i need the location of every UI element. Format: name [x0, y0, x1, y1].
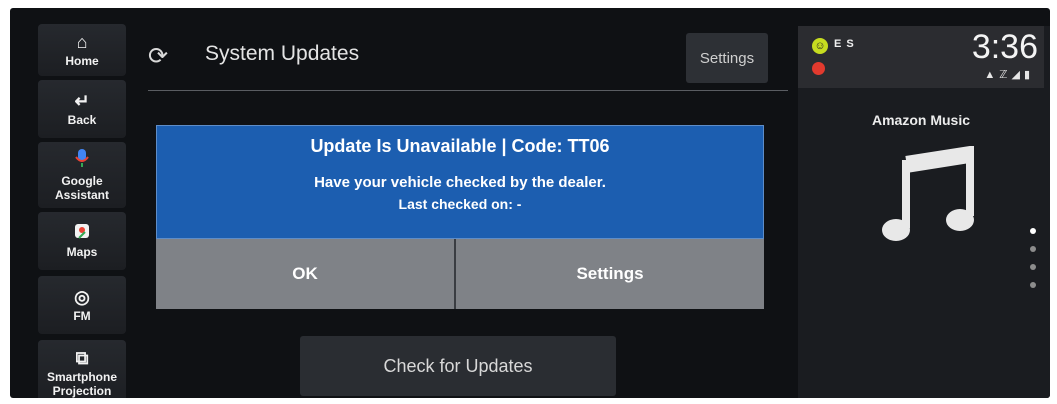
nav-google-assistant-button[interactable]: Google Assistant: [38, 142, 126, 208]
network-icon: ◢: [1011, 69, 1024, 81]
microphone-icon: [75, 148, 89, 172]
battery-icon: ▮: [1023, 69, 1034, 81]
header-divider: [148, 90, 788, 91]
maps-icon: [74, 223, 90, 243]
header-settings-button[interactable]: Settings: [686, 33, 768, 83]
page-indicator: [1030, 228, 1040, 300]
nav-back-label: Back: [67, 113, 97, 127]
user-profile-icon[interactable]: ☺: [812, 38, 828, 54]
nav-home-button[interactable]: ⌂ Home: [38, 24, 126, 76]
record-indicator-icon: [812, 62, 825, 75]
nav-back-button[interactable]: ↵ Back: [38, 80, 126, 138]
dialog-message: Have your vehicle checked by the dealer.: [314, 174, 606, 191]
signal-icon: ▲: [984, 69, 1000, 81]
page-title: System Updates: [205, 42, 360, 65]
dialog-last-checked: Last checked on: -: [398, 196, 522, 212]
nav-smartphone-projection-button[interactable]: ⧉ Smartphone Projection: [38, 340, 126, 398]
nav-home-label: Home: [65, 54, 99, 68]
nav-maps-button[interactable]: Maps: [38, 212, 126, 270]
check-for-updates-button[interactable]: Check for Updates: [300, 336, 616, 396]
nav-smartphone-projection-label: Smartphone Projection: [46, 370, 117, 398]
status-bar: ☺ E S 3:36 ▲ℤ◢▮: [798, 26, 1044, 88]
user-initials: E S: [834, 38, 855, 50]
page-dot[interactable]: [1030, 264, 1036, 270]
nav-rail: ⌂ Home ↵ Back Google Assistant Maps ◎ FM…: [38, 20, 128, 398]
music-note-icon[interactable]: [878, 145, 988, 256]
dialog-message-area: Update Is Unavailable | Code: TT06 Have …: [156, 125, 764, 239]
radio-icon: ◎: [74, 287, 90, 307]
bluetooth-icon: ℤ: [999, 69, 1012, 81]
status-icons: ▲ℤ◢▮: [984, 68, 1034, 81]
page-dot[interactable]: [1030, 246, 1036, 252]
infotainment-screen: ⌂ Home ↵ Back Google Assistant Maps ◎ FM…: [10, 8, 1050, 398]
clock: 3:36: [971, 28, 1038, 66]
dialog-settings-button[interactable]: Settings: [456, 239, 764, 309]
dialog-ok-button[interactable]: OK: [156, 239, 456, 309]
phone-projection-icon: ⧉: [75, 348, 89, 368]
nav-google-assistant-label: Google Assistant: [54, 174, 110, 202]
home-icon: ⌂: [76, 32, 88, 52]
nav-fm-button[interactable]: ◎ FM: [38, 276, 126, 334]
side-panel: ☺ E S 3:36 ▲ℤ◢▮ Amazon Music: [798, 26, 1050, 398]
page-dot[interactable]: [1030, 228, 1036, 234]
media-app-name[interactable]: Amazon Music: [798, 112, 1044, 128]
page-dot[interactable]: [1030, 282, 1036, 288]
back-icon: ↵: [74, 91, 90, 111]
nav-maps-label: Maps: [66, 245, 98, 259]
dialog-title: Update Is Unavailable | Code: TT06: [310, 136, 610, 156]
update-unavailable-dialog: Update Is Unavailable | Code: TT06 Have …: [156, 125, 764, 315]
refresh-icon[interactable]: ⟳: [148, 44, 174, 70]
nav-fm-label: FM: [73, 309, 91, 323]
